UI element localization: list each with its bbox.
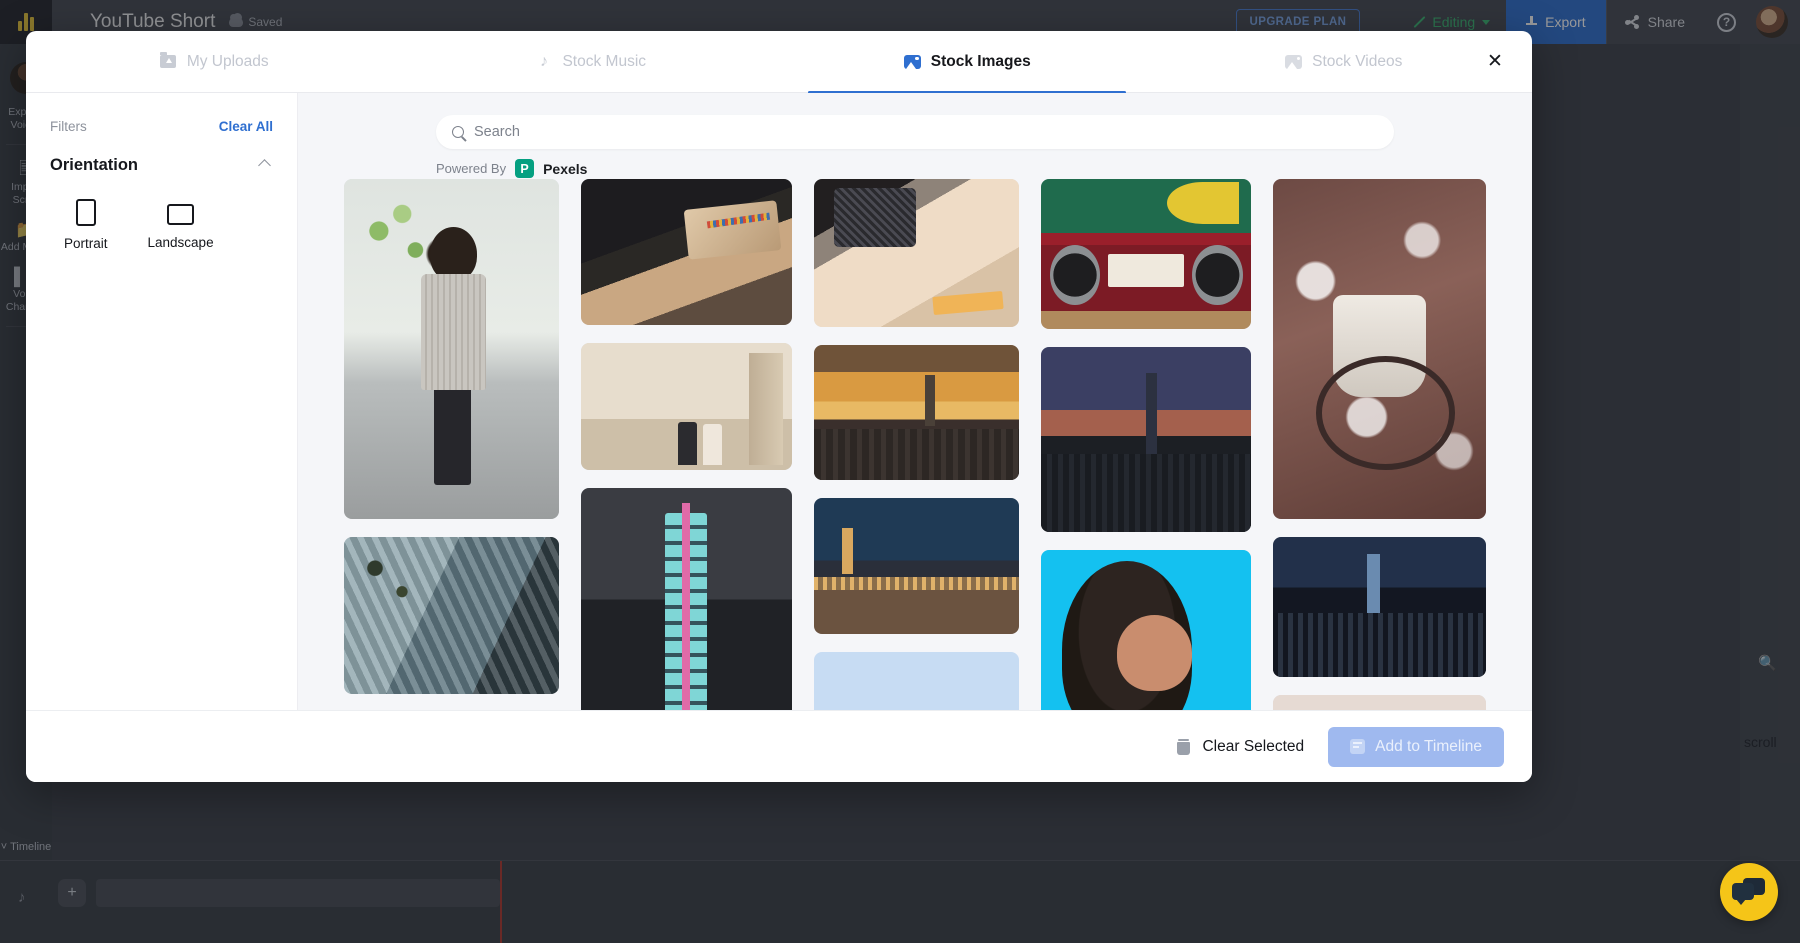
- orientation-label: Landscape: [147, 235, 214, 250]
- powered-by-label: Powered By: [436, 161, 507, 176]
- tab-label: Stock Videos: [1312, 52, 1403, 70]
- rotary-phone-on-terrazzo: [1273, 179, 1486, 519]
- filters-header: Filters Clear All: [50, 119, 273, 134]
- image-grid-column: [344, 179, 559, 710]
- tab-label: My Uploads: [186, 52, 269, 70]
- search-row: Search: [298, 93, 1532, 149]
- modal-tab-bar: My Uploads ♪ Stock Music Stock Images St…: [26, 31, 1532, 93]
- desk-with-monitor-setup: [1273, 695, 1486, 710]
- image-results-scroll[interactable]: [298, 179, 1532, 710]
- tab-label: Stock Images: [930, 52, 1031, 70]
- chat-support-button[interactable]: [1720, 863, 1778, 921]
- chevron-up-icon[interactable]: [258, 159, 271, 172]
- pale-blue-placeholder-image: [813, 652, 1020, 710]
- image-results-grid: [344, 179, 1486, 710]
- taipei-101-tower-in-fog: [580, 488, 792, 710]
- clear-selected-label: Clear Selected: [1202, 737, 1305, 755]
- orientation-options: Portrait Landscape: [50, 199, 273, 251]
- taipei-skyline-from-rooftop: [813, 498, 1020, 634]
- filters-sidebar: Filters Clear All Orientation Portrait L…: [26, 93, 298, 710]
- stock-image-tile[interactable]: [813, 179, 1020, 327]
- city-skyline-at-sunset: [813, 345, 1020, 480]
- orientation-label: Portrait: [64, 236, 108, 251]
- vintage-panasonic-boombox: [1041, 179, 1252, 329]
- landscape-rect-icon: [167, 204, 195, 225]
- orientation-option-landscape[interactable]: Landscape: [148, 199, 214, 251]
- stock-images-panel: Search Powered By P Pexels: [298, 93, 1532, 710]
- filter-section-orientation[interactable]: Orientation: [50, 156, 273, 175]
- search-icon: [452, 126, 464, 138]
- taipei-101-at-dusk: [1041, 347, 1252, 532]
- search-input[interactable]: Search: [474, 124, 520, 140]
- hands-at-craft-table: [580, 179, 792, 325]
- stock-image-tile[interactable]: [813, 652, 1020, 710]
- tab-label: Stock Music: [562, 52, 647, 70]
- close-icon[interactable]: ✕: [1480, 47, 1510, 77]
- timeline-add-icon: [1350, 739, 1366, 754]
- image-grid-column: [1273, 179, 1486, 710]
- image-grid-column: [813, 179, 1020, 710]
- man-in-checkered-blazer-on-street: [344, 179, 559, 519]
- portrait-rect-icon: [75, 199, 96, 226]
- filters-title: Filters: [50, 119, 87, 134]
- filter-section-title: Orientation: [50, 156, 139, 174]
- modal-body: Filters Clear All Orientation Portrait L…: [26, 93, 1532, 710]
- stock-image-tile[interactable]: [813, 345, 1020, 480]
- pexels-logo-icon: P: [515, 159, 535, 178]
- tab-stock-music[interactable]: ♪ Stock Music: [403, 31, 780, 93]
- image-grid-column: [580, 179, 792, 710]
- media-library-modal: My Uploads ♪ Stock Music Stock Images St…: [26, 31, 1532, 782]
- pexels-attribution: Powered By P Pexels: [436, 159, 1532, 178]
- clear-all-button[interactable]: Clear All: [219, 119, 273, 134]
- stock-image-tile[interactable]: [344, 179, 559, 519]
- taipei-city-lights-at-night: [1273, 537, 1486, 677]
- woman-writing-with-pencils: [813, 179, 1020, 327]
- glass-tower-through-trees: [344, 537, 559, 694]
- modal-footer: Clear Selected Add to Timeline: [26, 710, 1532, 782]
- stock-image-tile[interactable]: [813, 498, 1020, 634]
- tab-stock-videos[interactable]: Stock Videos: [1156, 31, 1533, 93]
- couple-beside-stone-ruins: [580, 343, 792, 470]
- add-to-timeline-label: Add to Timeline: [1375, 737, 1482, 755]
- image-icon: [903, 53, 921, 70]
- stock-image-tile[interactable]: [1273, 537, 1486, 677]
- woman-on-cyan-background: [1041, 550, 1252, 710]
- stock-image-tile[interactable]: [580, 179, 792, 325]
- trash-icon: [1177, 738, 1191, 755]
- pexels-name[interactable]: Pexels: [543, 161, 587, 177]
- video-icon: [1285, 53, 1303, 70]
- stock-image-tile[interactable]: [1041, 179, 1252, 329]
- tab-stock-images[interactable]: Stock Images: [779, 31, 1156, 93]
- stock-image-tile[interactable]: [1041, 550, 1252, 710]
- tab-my-uploads[interactable]: My Uploads: [26, 31, 403, 93]
- upload-icon: [160, 52, 177, 70]
- clear-selected-button[interactable]: Clear Selected: [1177, 738, 1304, 756]
- stock-image-tile[interactable]: [580, 343, 792, 470]
- stock-image-tile[interactable]: [580, 488, 792, 710]
- search-box[interactable]: Search: [436, 115, 1394, 149]
- image-grid-column: [1041, 179, 1252, 710]
- add-to-timeline-button[interactable]: Add to Timeline: [1328, 726, 1504, 767]
- stock-image-tile[interactable]: [344, 537, 559, 694]
- chat-bubble-front-icon: [1732, 883, 1754, 905]
- music-note-icon: ♪: [539, 52, 548, 70]
- stock-image-tile[interactable]: [1273, 179, 1486, 519]
- orientation-option-portrait[interactable]: Portrait: [64, 199, 108, 251]
- stock-image-tile[interactable]: [1041, 347, 1252, 532]
- stock-image-tile[interactable]: [1273, 695, 1486, 710]
